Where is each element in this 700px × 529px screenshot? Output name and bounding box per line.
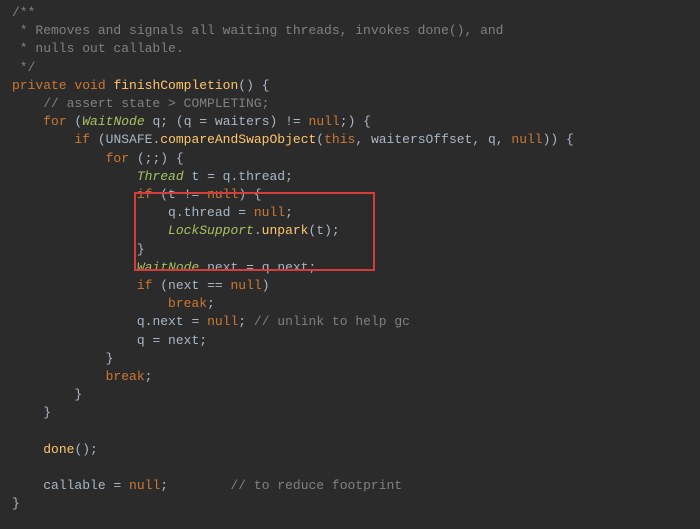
identifier: next xyxy=(168,333,199,348)
identifier: next xyxy=(168,278,199,293)
identifier: next xyxy=(152,314,183,329)
identifier: next xyxy=(207,260,238,275)
keyword-null: null xyxy=(511,132,542,147)
identifier: UNSAFE xyxy=(106,132,153,147)
code-text: () xyxy=(238,78,254,93)
code-text: } xyxy=(12,496,20,511)
method-name: compareAndSwapObject xyxy=(160,132,316,147)
identifier: q xyxy=(168,205,176,220)
identifier: thread xyxy=(238,169,285,184)
identifier: t xyxy=(316,223,324,238)
comment-line: // unlink to help gc xyxy=(254,314,410,329)
identifier: q xyxy=(223,169,231,184)
identifier: q xyxy=(184,114,192,129)
comment-line: // assert state > COMPLETING; xyxy=(43,96,269,111)
keyword-null: null xyxy=(207,187,238,202)
comment-line: // to reduce footprint xyxy=(230,478,402,493)
keyword-this: this xyxy=(324,132,355,147)
identifier: t xyxy=(168,187,176,202)
comment-line: * Removes and signals all waiting thread… xyxy=(12,23,503,38)
identifier: q xyxy=(152,114,160,129)
keyword-if: if xyxy=(74,132,90,147)
keyword-for: for xyxy=(106,151,129,166)
identifier: q xyxy=(488,132,496,147)
keyword-null: null xyxy=(254,205,285,220)
method-name: done xyxy=(43,442,74,457)
code-text: { xyxy=(254,78,270,93)
identifier: thread xyxy=(184,205,231,220)
identifier: q xyxy=(137,333,145,348)
keyword-null: null xyxy=(309,114,340,129)
keyword-if: if xyxy=(137,278,153,293)
keyword-if: if xyxy=(137,187,153,202)
keyword-null: null xyxy=(207,314,238,329)
keyword-null: null xyxy=(230,278,261,293)
class-name: WaitNode xyxy=(137,260,199,275)
keyword-private: private xyxy=(12,78,67,93)
identifier: q xyxy=(137,314,145,329)
method-name: unpark xyxy=(262,223,309,238)
identifier: q xyxy=(262,260,270,275)
code-editor-view: /** * Removes and signals all waiting th… xyxy=(0,0,700,529)
keyword-break: break xyxy=(168,296,207,311)
identifier: t xyxy=(191,169,199,184)
keyword-void: void xyxy=(74,78,105,93)
comment-line: */ xyxy=(12,60,35,75)
operator: != xyxy=(285,114,301,129)
comment-line: /** xyxy=(12,5,35,20)
identifier: next xyxy=(277,260,308,275)
method-name: finishCompletion xyxy=(113,78,238,93)
code-block: /** * Removes and signals all waiting th… xyxy=(0,0,700,514)
operator: != xyxy=(184,187,200,202)
class-name: WaitNode xyxy=(82,114,144,129)
identifier: callable xyxy=(43,478,105,493)
identifier: waitersOffset xyxy=(371,132,472,147)
comment-line: * nulls out callable. xyxy=(12,41,184,56)
code-text: (;;) xyxy=(137,151,168,166)
keyword-break: break xyxy=(106,369,145,384)
identifier: waiters xyxy=(215,114,270,129)
class-name: LockSupport xyxy=(168,223,254,238)
keyword-null: null xyxy=(129,478,160,493)
class-name: Thread xyxy=(137,169,184,184)
keyword-for: for xyxy=(43,114,66,129)
